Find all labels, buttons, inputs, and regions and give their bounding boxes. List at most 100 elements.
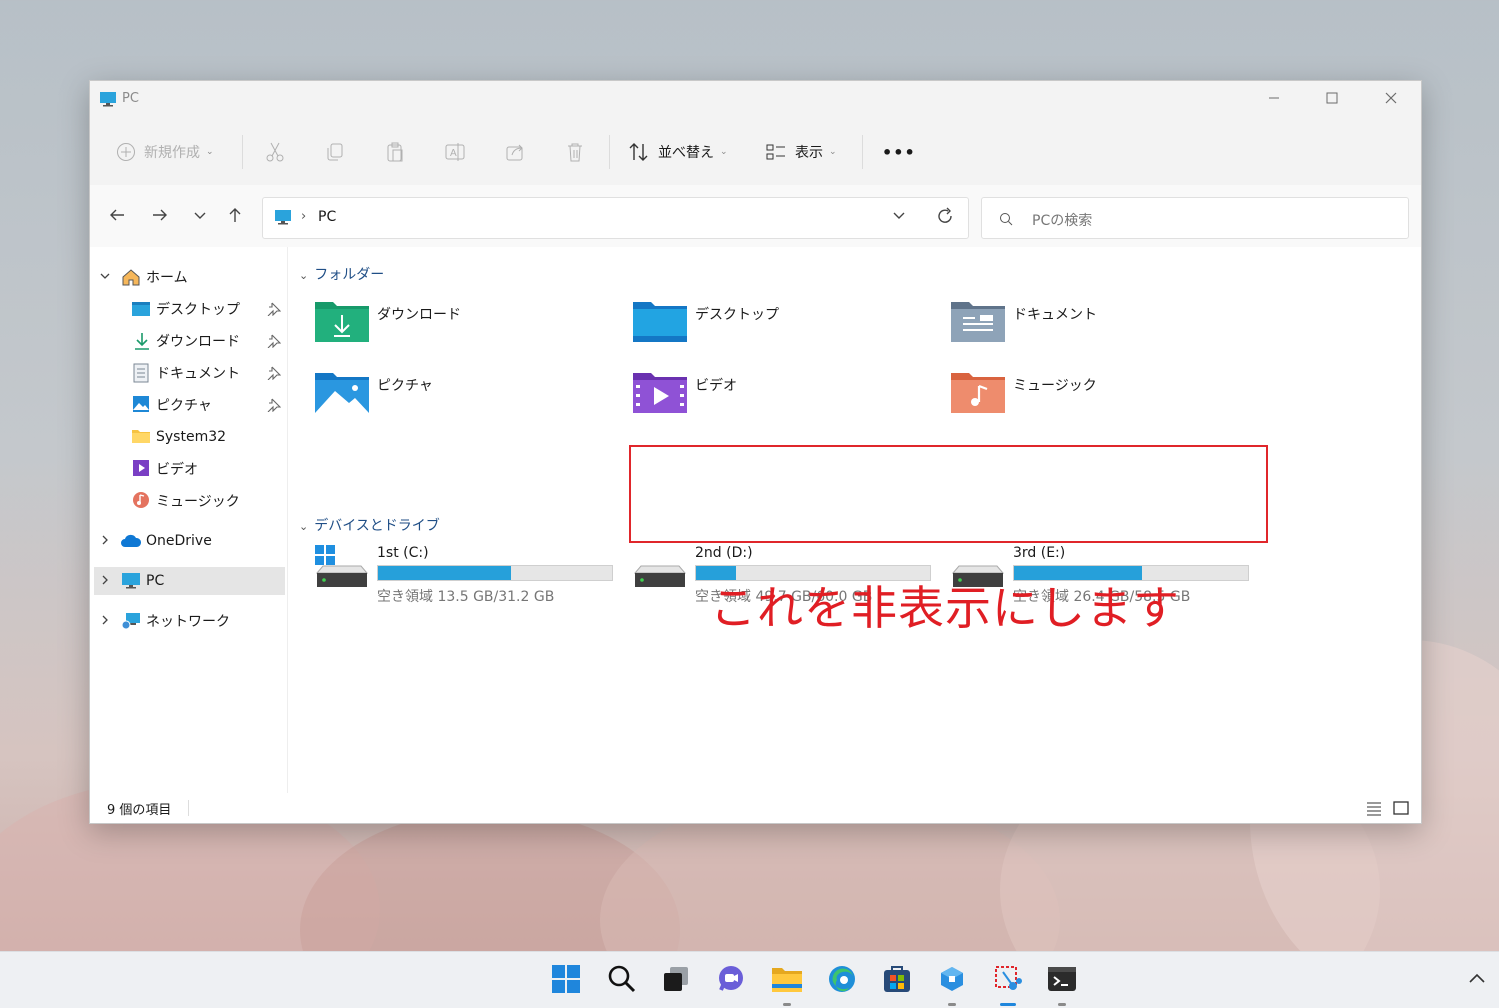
sidebar-item-system32[interactable]: System32 bbox=[90, 423, 287, 451]
folder-desktop[interactable]: デスクトップ bbox=[633, 298, 933, 356]
sidebar-item-documents[interactable]: ドキュメント bbox=[90, 359, 287, 387]
status-divider bbox=[188, 800, 189, 816]
store-button[interactable] bbox=[880, 964, 914, 998]
taskbar-search-button[interactable] bbox=[605, 964, 639, 998]
folder-downloads[interactable]: ダウンロード bbox=[315, 298, 615, 356]
drive-usage-fill bbox=[378, 566, 511, 580]
sidebar-item-desktop[interactable]: デスクトップ bbox=[90, 295, 287, 323]
sidebar-item-home[interactable]: ホーム bbox=[90, 263, 287, 291]
toolbar-divider bbox=[862, 135, 863, 169]
chevron-down-icon: ⌄ bbox=[720, 147, 728, 157]
cut-button[interactable] bbox=[264, 137, 286, 167]
address-bar[interactable]: › PC bbox=[262, 197, 969, 239]
sidebar-item-onedrive[interactable]: OneDrive bbox=[90, 527, 287, 555]
sidebar-item-music[interactable]: ミュージック bbox=[90, 487, 287, 515]
share-button[interactable] bbox=[504, 137, 526, 167]
folder-documents[interactable]: ドキュメント bbox=[951, 298, 1251, 356]
folder-pictures[interactable]: ピクチャ bbox=[315, 369, 615, 427]
folder-name: ダウンロード bbox=[377, 307, 461, 323]
sidebar-item-label: ホーム bbox=[146, 270, 188, 286]
windows-drive-icon bbox=[315, 545, 369, 595]
pc-icon bbox=[274, 209, 292, 229]
snipping-tool-button[interactable] bbox=[991, 964, 1025, 998]
terminal-button[interactable] bbox=[1045, 964, 1079, 998]
sidebar-item-pictures[interactable]: ピクチャ bbox=[90, 391, 287, 419]
start-button[interactable] bbox=[549, 964, 583, 998]
drive-name: 1st (C:) bbox=[377, 545, 429, 561]
address-history-button[interactable] bbox=[891, 208, 907, 228]
view-label: 表示 bbox=[795, 145, 823, 161]
sort-icon bbox=[628, 141, 650, 163]
scissors-icon bbox=[264, 141, 286, 163]
folders-section-header[interactable]: ⌄ フォルダー bbox=[299, 264, 384, 284]
drive-c[interactable]: 1st (C:) 空き領域 13.5 GB/31.2 GB bbox=[315, 545, 625, 615]
sort-button[interactable]: 並べ替え ⌄ bbox=[628, 137, 728, 167]
folder-videos[interactable]: ビデオ bbox=[633, 369, 933, 427]
show-hidden-icons-button[interactable] bbox=[1468, 970, 1486, 989]
chat-button[interactable] bbox=[714, 964, 748, 998]
sidebar-item-network[interactable]: ネットワーク bbox=[90, 607, 287, 635]
search-icon bbox=[999, 211, 1013, 230]
recent-locations-button[interactable] bbox=[186, 203, 214, 231]
up-button[interactable] bbox=[221, 203, 249, 231]
sidebar-item-downloads[interactable]: ダウンロード bbox=[90, 327, 287, 355]
plus-circle-icon bbox=[116, 142, 136, 162]
rename-button[interactable]: A bbox=[444, 137, 466, 167]
sidebar-item-label: ピクチャ bbox=[156, 398, 212, 414]
arrow-up-icon bbox=[226, 206, 244, 228]
arrow-right-icon bbox=[151, 206, 169, 228]
search-icon bbox=[607, 964, 637, 998]
arrow-left-icon bbox=[108, 206, 126, 228]
navigation-pane: ホーム デスクトップ ダウンロード ドキュメント ピクチャ System32 ビ… bbox=[90, 247, 288, 793]
document-icon bbox=[133, 363, 149, 387]
view-button[interactable]: 表示 ⌄ bbox=[765, 137, 837, 167]
share-icon bbox=[504, 141, 526, 163]
minimize-button[interactable] bbox=[1251, 87, 1297, 111]
folder-name: デスクトップ bbox=[695, 307, 779, 323]
sidebar-item-videos[interactable]: ビデオ bbox=[90, 455, 287, 483]
sidebar-item-label: OneDrive bbox=[146, 533, 212, 549]
running-indicator bbox=[948, 1003, 956, 1006]
delete-button[interactable] bbox=[564, 137, 586, 167]
close-button[interactable] bbox=[1368, 87, 1414, 111]
new-button[interactable]: 新規作成 ⌄ bbox=[116, 137, 214, 167]
start-icon bbox=[551, 964, 581, 998]
desktop-folder-icon bbox=[633, 298, 687, 346]
highlight-box bbox=[629, 445, 1268, 543]
refresh-button[interactable] bbox=[936, 207, 954, 229]
maximize-button[interactable] bbox=[1309, 87, 1355, 111]
sidebar-item-pc[interactable]: PC bbox=[94, 567, 285, 595]
terminal-icon bbox=[1047, 965, 1077, 997]
pin-icon[interactable] bbox=[267, 334, 282, 352]
taskbar-app-button[interactable] bbox=[935, 964, 969, 998]
copy-button[interactable] bbox=[324, 137, 346, 167]
search-box[interactable]: PCの検索 bbox=[981, 197, 1409, 239]
pin-icon[interactable] bbox=[267, 302, 282, 320]
details-view-button[interactable] bbox=[1365, 799, 1383, 817]
command-bar: 新規作成 ⌄ A 並べ替え ⌄ 表示 ⌄ ••• bbox=[90, 117, 1421, 186]
edge-button[interactable] bbox=[825, 964, 859, 998]
new-label: 新規作成 bbox=[144, 145, 200, 161]
drive-name: 2nd (D:) bbox=[695, 545, 753, 561]
more-options-button[interactable]: ••• bbox=[882, 137, 916, 167]
file-explorer-button[interactable] bbox=[770, 964, 804, 998]
pin-icon[interactable] bbox=[267, 366, 282, 384]
more-options-label: ••• bbox=[882, 142, 916, 162]
downloads-folder-icon bbox=[315, 298, 369, 346]
tiles-view-button[interactable] bbox=[1392, 799, 1410, 817]
folder-icon bbox=[131, 428, 151, 448]
drives-section-header[interactable]: ⌄ デバイスとドライブ bbox=[299, 515, 440, 535]
breadcrumb-pc[interactable]: PC bbox=[318, 209, 336, 225]
paste-button[interactable] bbox=[384, 137, 406, 167]
folder-music[interactable]: ミュージック bbox=[951, 369, 1251, 427]
pin-icon[interactable] bbox=[267, 398, 282, 416]
toolbar-divider bbox=[242, 135, 243, 169]
task-view-button[interactable] bbox=[659, 964, 693, 998]
sidebar-item-label: ネットワーク bbox=[146, 614, 230, 630]
forward-button[interactable] bbox=[146, 203, 174, 231]
back-button[interactable] bbox=[103, 203, 131, 231]
annotation-text: これを非表示にします bbox=[710, 581, 1180, 635]
svg-text:A: A bbox=[450, 148, 457, 159]
window-title: PC bbox=[122, 91, 139, 106]
title-bar: PC bbox=[90, 81, 1421, 117]
